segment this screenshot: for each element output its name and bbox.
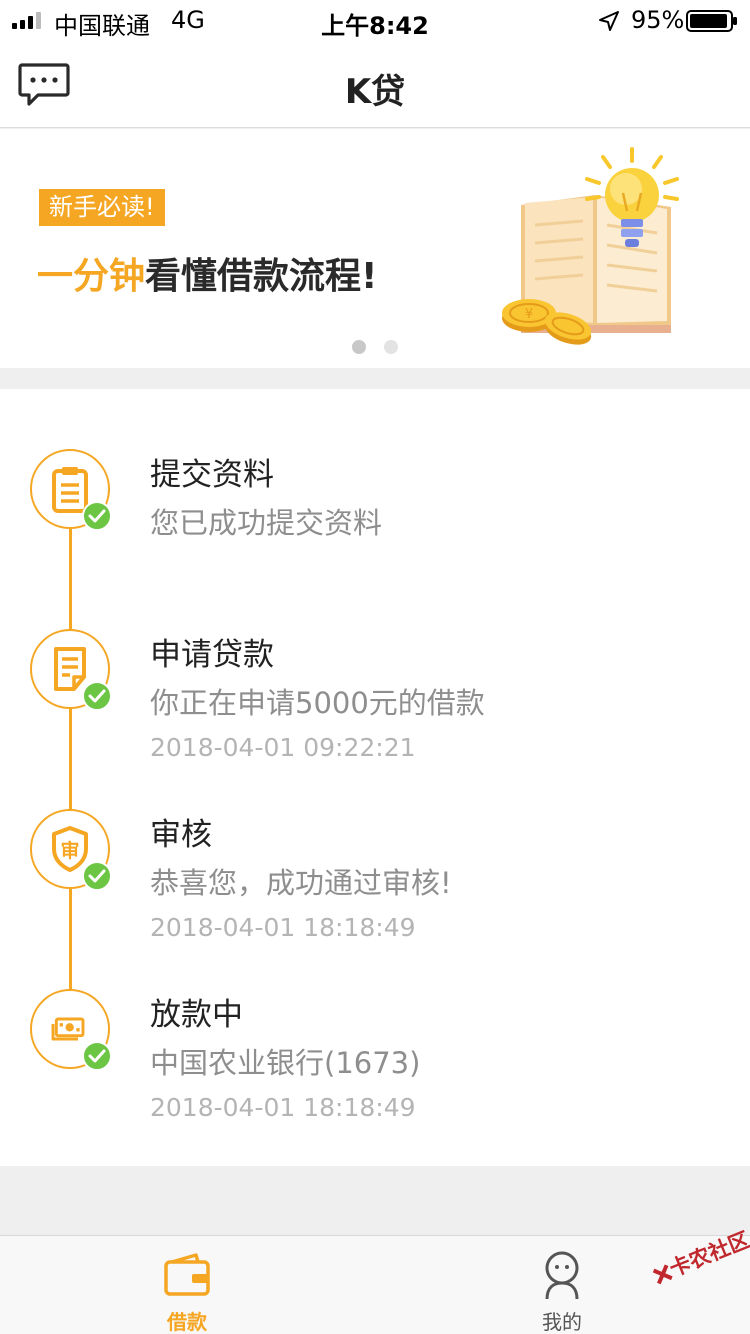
page-title: K贷 [344,72,406,112]
nav-bar: K贷 [0,42,750,128]
loan-progress: 提交资料 您已成功提交资料 申请贷款 你正在申请5000元的借款 2018-04… [0,389,750,1166]
check-badge-icon [82,681,112,711]
tab-label: 借款 [167,1310,207,1334]
step-icon-circle: 审 [30,809,112,891]
wallet-icon [164,1253,210,1296]
book-lightbulb-illustration: ¥ [502,147,679,345]
step-title: 提交资料 [150,457,274,493]
step-description: 恭喜您，成功通过审核! [150,866,452,900]
tab-label: 我的 [542,1310,582,1334]
banner-pagination[interactable] [352,340,398,354]
step-description: 您已成功提交资料 [150,506,383,540]
status-bar: 中国联通 4G 上午8:42 95% [0,0,750,42]
banner-headline-main: 看懂借款流程! [145,256,378,297]
battery-icon [686,10,737,32]
step-timestamp: 2018-04-01 09:22:21 [150,733,416,762]
step-timestamp: 2018-04-01 18:18:49 [150,1093,416,1122]
step-icon-circle [30,449,112,531]
step-description: 中国农业银行(1673) [150,1046,421,1080]
step-timestamp: 2018-04-01 18:18:49 [150,913,416,942]
tab-mine[interactable]: 我的 [502,1236,622,1334]
step-icon-circle [30,629,112,711]
banner-headline-accent: 一分钟 [37,256,146,297]
svg-text:¥: ¥ [525,307,533,322]
promo-banner[interactable]: 新手必读! 一分钟看懂借款流程! ¥ [0,129,750,368]
timeline-connector [69,528,72,990]
location-arrow-icon [599,11,619,31]
check-badge-icon [82,501,112,531]
banner-headline: 一分钟看懂借款流程! [37,247,377,299]
step-description: 你正在申请5000元的借款 [150,686,485,720]
pagination-dot-2[interactable] [384,340,398,354]
battery-percentage: 95% [631,6,685,34]
check-badge-icon [82,861,112,891]
step-title: 申请贷款 [150,637,274,673]
svg-text:审: 审 [60,839,79,862]
tab-loan[interactable]: 借款 [127,1236,247,1334]
step-title: 放款中 [150,997,243,1033]
step-title: 审核 [150,817,212,853]
user-icon [545,1251,579,1300]
banner-tag: 新手必读! [39,189,165,226]
pagination-dot-1[interactable] [352,340,366,354]
step-icon-circle [30,989,112,1071]
check-badge-icon [82,1041,112,1071]
tab-bar: 借款 我的 [0,1235,750,1334]
